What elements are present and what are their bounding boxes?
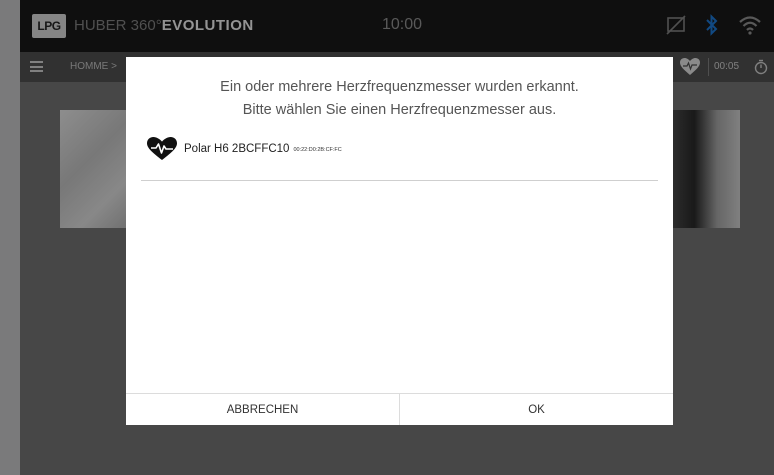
dialog-button-bar: ABBRECHEN OK [126, 393, 673, 425]
dialog-message-line1: Ein oder mehrere Herzfrequenzmesser wurd… [220, 79, 579, 95]
heart-rate-monitor-dialog: Ein oder mehrere Herzfrequenzmesser wurd… [126, 57, 673, 425]
device-address: 00:22:D0:2B:CF:FC [293, 147, 342, 153]
device-list-item[interactable]: Polar H6 2BCFFC10 00:22:D0:2B:CF:FC [146, 137, 342, 161]
list-divider [141, 180, 658, 181]
heart-rate-icon [147, 137, 177, 160]
dialog-message-line2: Bitte wählen Sie einen Herzfrequenzmesse… [242, 102, 557, 118]
cancel-button[interactable]: ABBRECHEN [126, 394, 400, 425]
device-name: Polar H6 2BCFFC10 [184, 143, 290, 155]
ok-button[interactable]: OK [400, 394, 673, 425]
dialog-message: Ein oder mehrere Herzfrequenzmesser wurd… [126, 76, 673, 122]
